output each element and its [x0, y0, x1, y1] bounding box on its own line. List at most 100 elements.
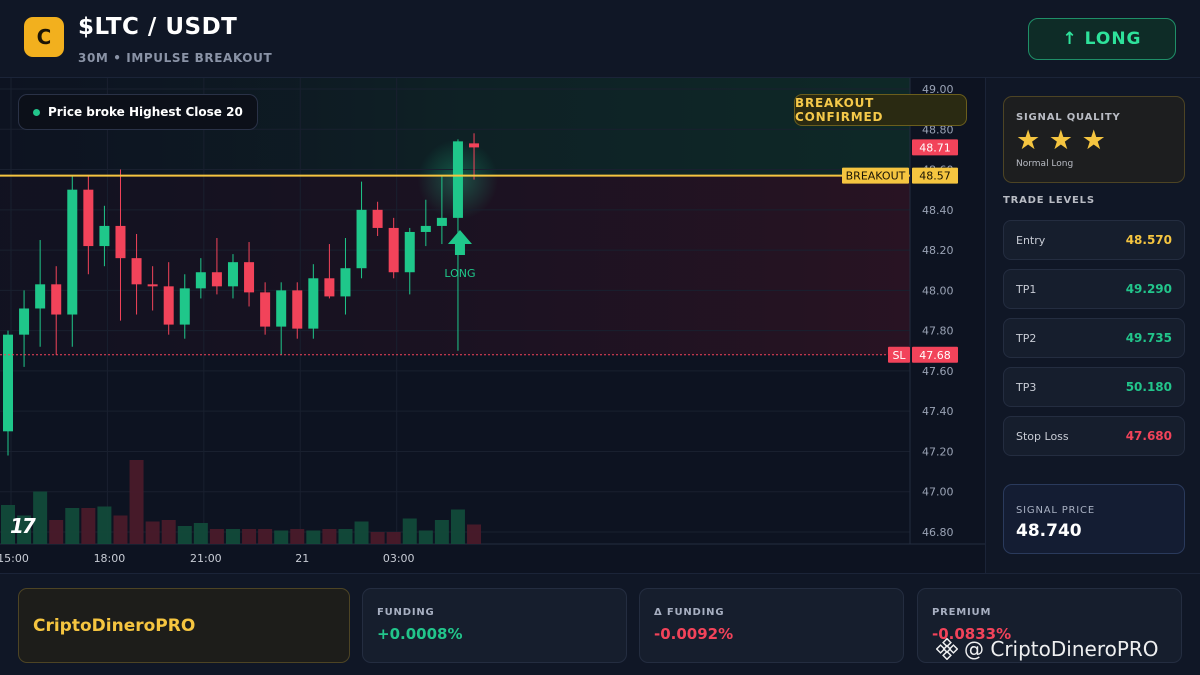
pair-subtitle: 30M • IMPULSE BREAKOUT — [78, 51, 273, 65]
quality-stars-icon: ★ ★ ★ — [1016, 125, 1106, 156]
volume-bar — [467, 524, 482, 544]
level-value: 49.735 — [1125, 331, 1172, 345]
candle-body — [308, 278, 319, 329]
volume-bar — [306, 530, 321, 544]
signal-price-card: SIGNAL PRICE 48.740 — [1003, 484, 1185, 554]
level-row-tp2: TP2 49.735 — [1003, 318, 1185, 358]
y-tick-label: 47.40 — [922, 405, 954, 418]
x-tick-label: 15:00 — [0, 552, 29, 565]
candle-body — [324, 278, 335, 297]
candle-body — [292, 290, 303, 329]
volume-bar — [225, 529, 240, 544]
status-dot-icon — [33, 108, 40, 116]
signal-quality-card: SIGNAL QUALITY ★ ★ ★ Normal Long — [1003, 96, 1185, 183]
volume-bar — [434, 520, 449, 544]
volume-bar — [402, 518, 417, 544]
volume-bar — [450, 509, 465, 544]
level-label: Stop Loss — [1016, 429, 1069, 443]
candlestick-chart[interactable]: 49.0048.8048.6048.4048.2048.0047.8047.60… — [0, 78, 985, 573]
delta-funding-card: Δ FUNDING -0.0092% — [639, 588, 904, 663]
volume-bar — [113, 515, 128, 544]
long-marker-label: LONG — [444, 267, 475, 280]
price-chart[interactable]: 49.0048.8048.6048.4048.2048.0047.8047.60… — [0, 78, 985, 573]
long-signal-button[interactable]: ↑ LONG — [1028, 18, 1176, 60]
y-tick-label: 47.60 — [922, 365, 954, 378]
candle-body — [19, 308, 30, 335]
y-tick-label: 48.40 — [922, 204, 954, 217]
volume-bar — [161, 520, 176, 544]
level-row-stop-loss: Stop Loss 47.680 — [1003, 416, 1185, 456]
volume-bar — [354, 521, 369, 544]
candle-body — [3, 334, 13, 432]
brand-card: CriptoDineroPRO — [18, 588, 350, 663]
funding-card: FUNDING +0.0008% — [362, 588, 627, 663]
volume-bar — [338, 529, 353, 544]
candle-body — [404, 231, 415, 273]
candle-body — [211, 272, 222, 287]
stat-label: Δ FUNDING — [654, 607, 725, 618]
candle-body — [436, 217, 447, 226]
level-value: 48.570 — [1125, 233, 1172, 247]
candle-body — [452, 141, 463, 218]
breakout-confirmed-badge: BREAKOUT CONFIRMED — [794, 94, 967, 126]
trade-levels-title: TRADE LEVELS — [1003, 195, 1095, 206]
level-value: 49.290 — [1125, 282, 1172, 296]
y-tick-label: 46.80 — [922, 526, 954, 539]
candle-body — [388, 227, 399, 273]
volume-bar — [242, 529, 257, 544]
candle-body — [227, 262, 238, 287]
watermark: @ CriptoDineroPRO — [936, 637, 1159, 661]
tradingview-logo-icon: 17 — [10, 514, 36, 538]
binance-logo-icon — [936, 638, 958, 660]
y-tick-label: 47.00 — [922, 486, 954, 499]
signal-price-title: SIGNAL PRICE — [1016, 505, 1095, 516]
sl-label-tag: SL — [892, 349, 906, 362]
y-tick-label: 48.20 — [922, 244, 954, 257]
volume-bar — [129, 460, 144, 544]
x-tick-label: 03:00 — [383, 552, 415, 565]
candle-body — [469, 143, 480, 148]
level-value: 47.680 — [1125, 429, 1172, 443]
volume-bar — [322, 529, 337, 544]
volume-bar — [97, 506, 112, 544]
stat-value: +0.0008% — [377, 625, 463, 643]
volume-bar — [65, 508, 80, 544]
pair-title: $LTC / USDT — [78, 14, 238, 40]
y-tick-label: 47.80 — [922, 325, 954, 338]
watermark-text: @ CriptoDineroPRO — [964, 637, 1159, 661]
volume-bar — [258, 529, 273, 544]
volume-bar — [177, 526, 192, 544]
candle-body — [372, 209, 383, 228]
volume-bar — [145, 521, 160, 544]
x-tick-label: 21 — [295, 552, 309, 565]
candle-body — [195, 272, 206, 289]
candle-body — [67, 189, 78, 315]
volume-bar — [193, 523, 208, 544]
signal-quality-subtitle: Normal Long — [1016, 159, 1074, 169]
level-row-entry: Entry 48.570 — [1003, 220, 1185, 260]
candle-body — [99, 225, 110, 247]
candle-body — [340, 268, 351, 297]
volume-bar — [370, 532, 385, 544]
candle-body — [131, 258, 142, 285]
bottom-bar: CriptoDineroPRO FUNDING +0.0008% Δ FUNDI… — [0, 573, 1200, 675]
y-tick-label: 47.20 — [922, 445, 954, 458]
x-tick-label: 18:00 — [94, 552, 126, 565]
level-row-tp1: TP1 49.290 — [1003, 269, 1185, 309]
volume-bar — [418, 530, 433, 544]
breakout-price-tag: 48.57 — [919, 170, 951, 183]
volume-bar — [209, 529, 224, 544]
candle-body — [35, 284, 46, 309]
volume-bar — [290, 529, 305, 544]
condition-pill: Price broke Highest Close 20 — [18, 94, 258, 130]
candle-body — [163, 286, 174, 325]
candle-body — [179, 288, 190, 325]
level-label: TP1 — [1016, 282, 1037, 296]
volume-bar — [33, 491, 48, 544]
candle-body — [356, 209, 367, 269]
brand-name: CriptoDineroPRO — [33, 615, 196, 636]
level-value: 50.180 — [1125, 380, 1172, 394]
x-tick-label: 21:00 — [190, 552, 222, 565]
sl-price-tag: 47.68 — [919, 349, 951, 362]
y-tick-label: 48.00 — [922, 284, 954, 297]
